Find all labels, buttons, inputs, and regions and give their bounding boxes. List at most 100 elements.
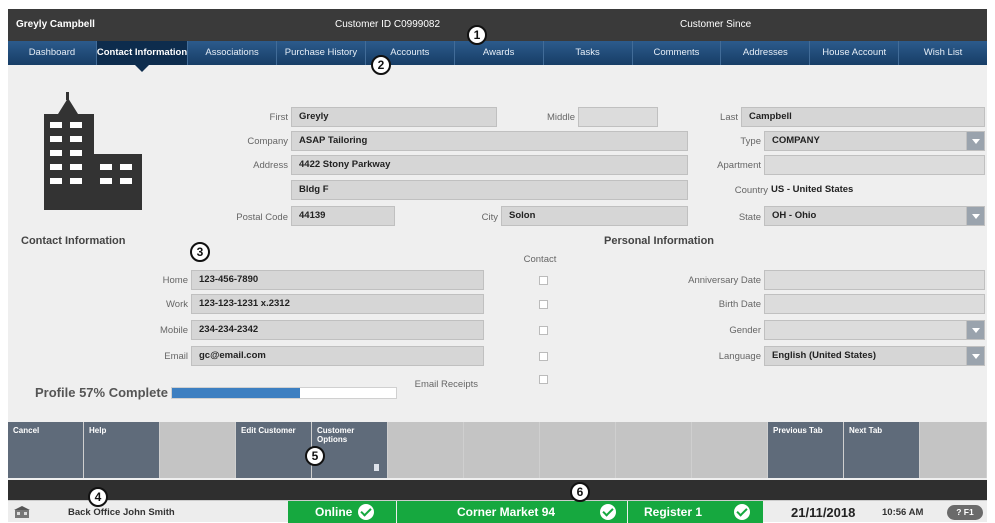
middle-name-field[interactable]	[578, 107, 658, 127]
cancel-button[interactable]: Cancel	[8, 422, 84, 478]
work-label: Work	[166, 299, 188, 310]
chevron-down-icon[interactable]	[966, 207, 984, 225]
check-circle-icon	[600, 504, 616, 520]
customer-header: Greyly Campbell Customer ID C0999082 Cus…	[8, 9, 987, 41]
help-f1-button[interactable]: ? F1	[947, 505, 983, 520]
gender-select[interactable]	[764, 320, 985, 340]
tab-tasks[interactable]: Tasks	[544, 41, 633, 65]
register-status: Register 1	[628, 501, 763, 523]
company-label: Company	[247, 136, 288, 147]
tab-awards[interactable]: Awards	[455, 41, 544, 65]
home-phone-field[interactable]: 123-456-7890	[191, 270, 484, 290]
tab-comments[interactable]: Comments	[633, 41, 722, 65]
online-label: Online	[315, 505, 353, 519]
mobile-label: Mobile	[160, 325, 188, 336]
edit-customer-button[interactable]: Edit Customer	[236, 422, 312, 478]
empty-button-slot	[920, 422, 987, 478]
customer-options-label: Customer Options	[317, 426, 355, 444]
callout-6: 6	[570, 482, 590, 502]
empty-button-slot	[616, 422, 692, 478]
chevron-down-icon[interactable]	[966, 321, 984, 339]
current-user: John Smith	[123, 507, 175, 518]
home-label: Home	[162, 275, 188, 286]
tab-addresses[interactable]: Addresses	[721, 41, 811, 65]
chevron-down-icon[interactable]	[966, 132, 984, 150]
address-label: Address	[253, 160, 288, 171]
email-contact-checkbox[interactable]	[539, 352, 548, 361]
profile-complete-label: Profile 57% Complete	[35, 385, 168, 400]
work-phone-field[interactable]: 123-123-1231 x.2312	[191, 294, 484, 314]
birth-date-label: Birth Date	[718, 299, 761, 310]
callout-4: 4	[88, 487, 108, 507]
tab-dashboard[interactable]: Dashboard	[8, 41, 97, 65]
anniversary-date-field[interactable]	[764, 270, 985, 290]
apartment-field[interactable]	[764, 155, 985, 175]
postal-code-field[interactable]: 44139	[291, 206, 395, 226]
address-line1-field[interactable]: 4422 Stony Parkway	[291, 155, 688, 175]
customer-id: Customer ID C0999082	[335, 19, 441, 30]
profile-progress-bar	[171, 387, 397, 399]
tab-associations[interactable]: Associations	[188, 41, 277, 65]
store-home-icon[interactable]	[13, 505, 31, 519]
work-contact-checkbox[interactable]	[539, 300, 548, 309]
country-value: US - United States	[771, 184, 854, 195]
current-time: 10:56 AM	[882, 507, 924, 518]
tab-contact-information[interactable]: Contact Information	[96, 41, 189, 72]
postal-code-label: Postal Code	[236, 212, 288, 223]
email-field[interactable]: gc@email.com	[191, 346, 484, 366]
tab-purchase-history[interactable]: Purchase History	[277, 41, 366, 65]
gender-label: Gender	[729, 325, 761, 336]
chevron-down-icon[interactable]	[966, 347, 984, 365]
first-label: First	[269, 112, 288, 123]
store-name: Corner Market 94	[457, 505, 556, 519]
customer-since: Customer Since	[680, 19, 752, 30]
birth-date-field[interactable]	[764, 294, 985, 314]
last-name-field[interactable]: Campbell	[741, 107, 985, 127]
first-name-field[interactable]: Greyly	[291, 107, 497, 127]
anniversary-label: Anniversary Date	[688, 275, 761, 286]
state-value: OH - Ohio	[772, 210, 817, 221]
language-select[interactable]: English (United States)	[764, 346, 985, 366]
previous-tab-button[interactable]: Previous Tab	[768, 422, 844, 478]
address-line2-field[interactable]: Bldg F	[291, 180, 688, 200]
callout-1: 1	[467, 25, 487, 45]
state-select[interactable]: OH - Ohio	[764, 206, 985, 226]
empty-button-slot	[464, 422, 540, 478]
mobile-contact-checkbox[interactable]	[539, 326, 548, 335]
last-label: Last	[720, 112, 738, 123]
callout-2: 2	[371, 55, 391, 75]
personal-section-title: Personal Information	[604, 235, 715, 247]
middle-label: Middle	[547, 112, 575, 123]
next-tab-button[interactable]: Next Tab	[844, 422, 920, 478]
empty-button-slot	[388, 422, 464, 478]
store-status: Corner Market 94	[397, 501, 627, 523]
type-label: Type	[740, 136, 761, 147]
country-label: Country	[734, 185, 768, 196]
contact-column-header: Contact	[523, 254, 557, 265]
city-field[interactable]: Solon	[501, 206, 688, 226]
home-contact-checkbox[interactable]	[539, 276, 548, 285]
tab-wish-list[interactable]: Wish List	[899, 41, 987, 65]
apartment-label: Apartment	[717, 160, 761, 171]
register-name: Register 1	[644, 505, 703, 519]
city-label: City	[481, 212, 498, 223]
message-bar	[8, 480, 987, 500]
tab-house-account[interactable]: House Account	[810, 41, 900, 65]
action-button-bar: Cancel Help Edit Customer Customer Optio…	[8, 422, 987, 478]
empty-button-slot	[160, 422, 236, 478]
trash-icon	[374, 464, 379, 471]
email-receipts-label: Email Receipts	[414, 379, 478, 390]
type-value: COMPANY	[772, 135, 820, 146]
company-field[interactable]: ASAP Tailoring	[291, 131, 688, 151]
callout-3: 3	[190, 242, 210, 262]
customer-tabs: Dashboard Contact Information Associatio…	[8, 41, 987, 72]
type-select[interactable]: COMPANY	[764, 131, 985, 151]
mobile-phone-field[interactable]: 234-234-2342	[191, 320, 484, 340]
check-circle-icon	[734, 504, 750, 520]
help-button[interactable]: Help	[84, 422, 160, 478]
email-receipts-checkbox[interactable]	[539, 375, 548, 384]
language-value: English (United States)	[772, 350, 876, 361]
contact-section-title: Contact Information	[21, 235, 126, 247]
empty-button-slot	[692, 422, 768, 478]
callout-5: 5	[305, 446, 325, 466]
